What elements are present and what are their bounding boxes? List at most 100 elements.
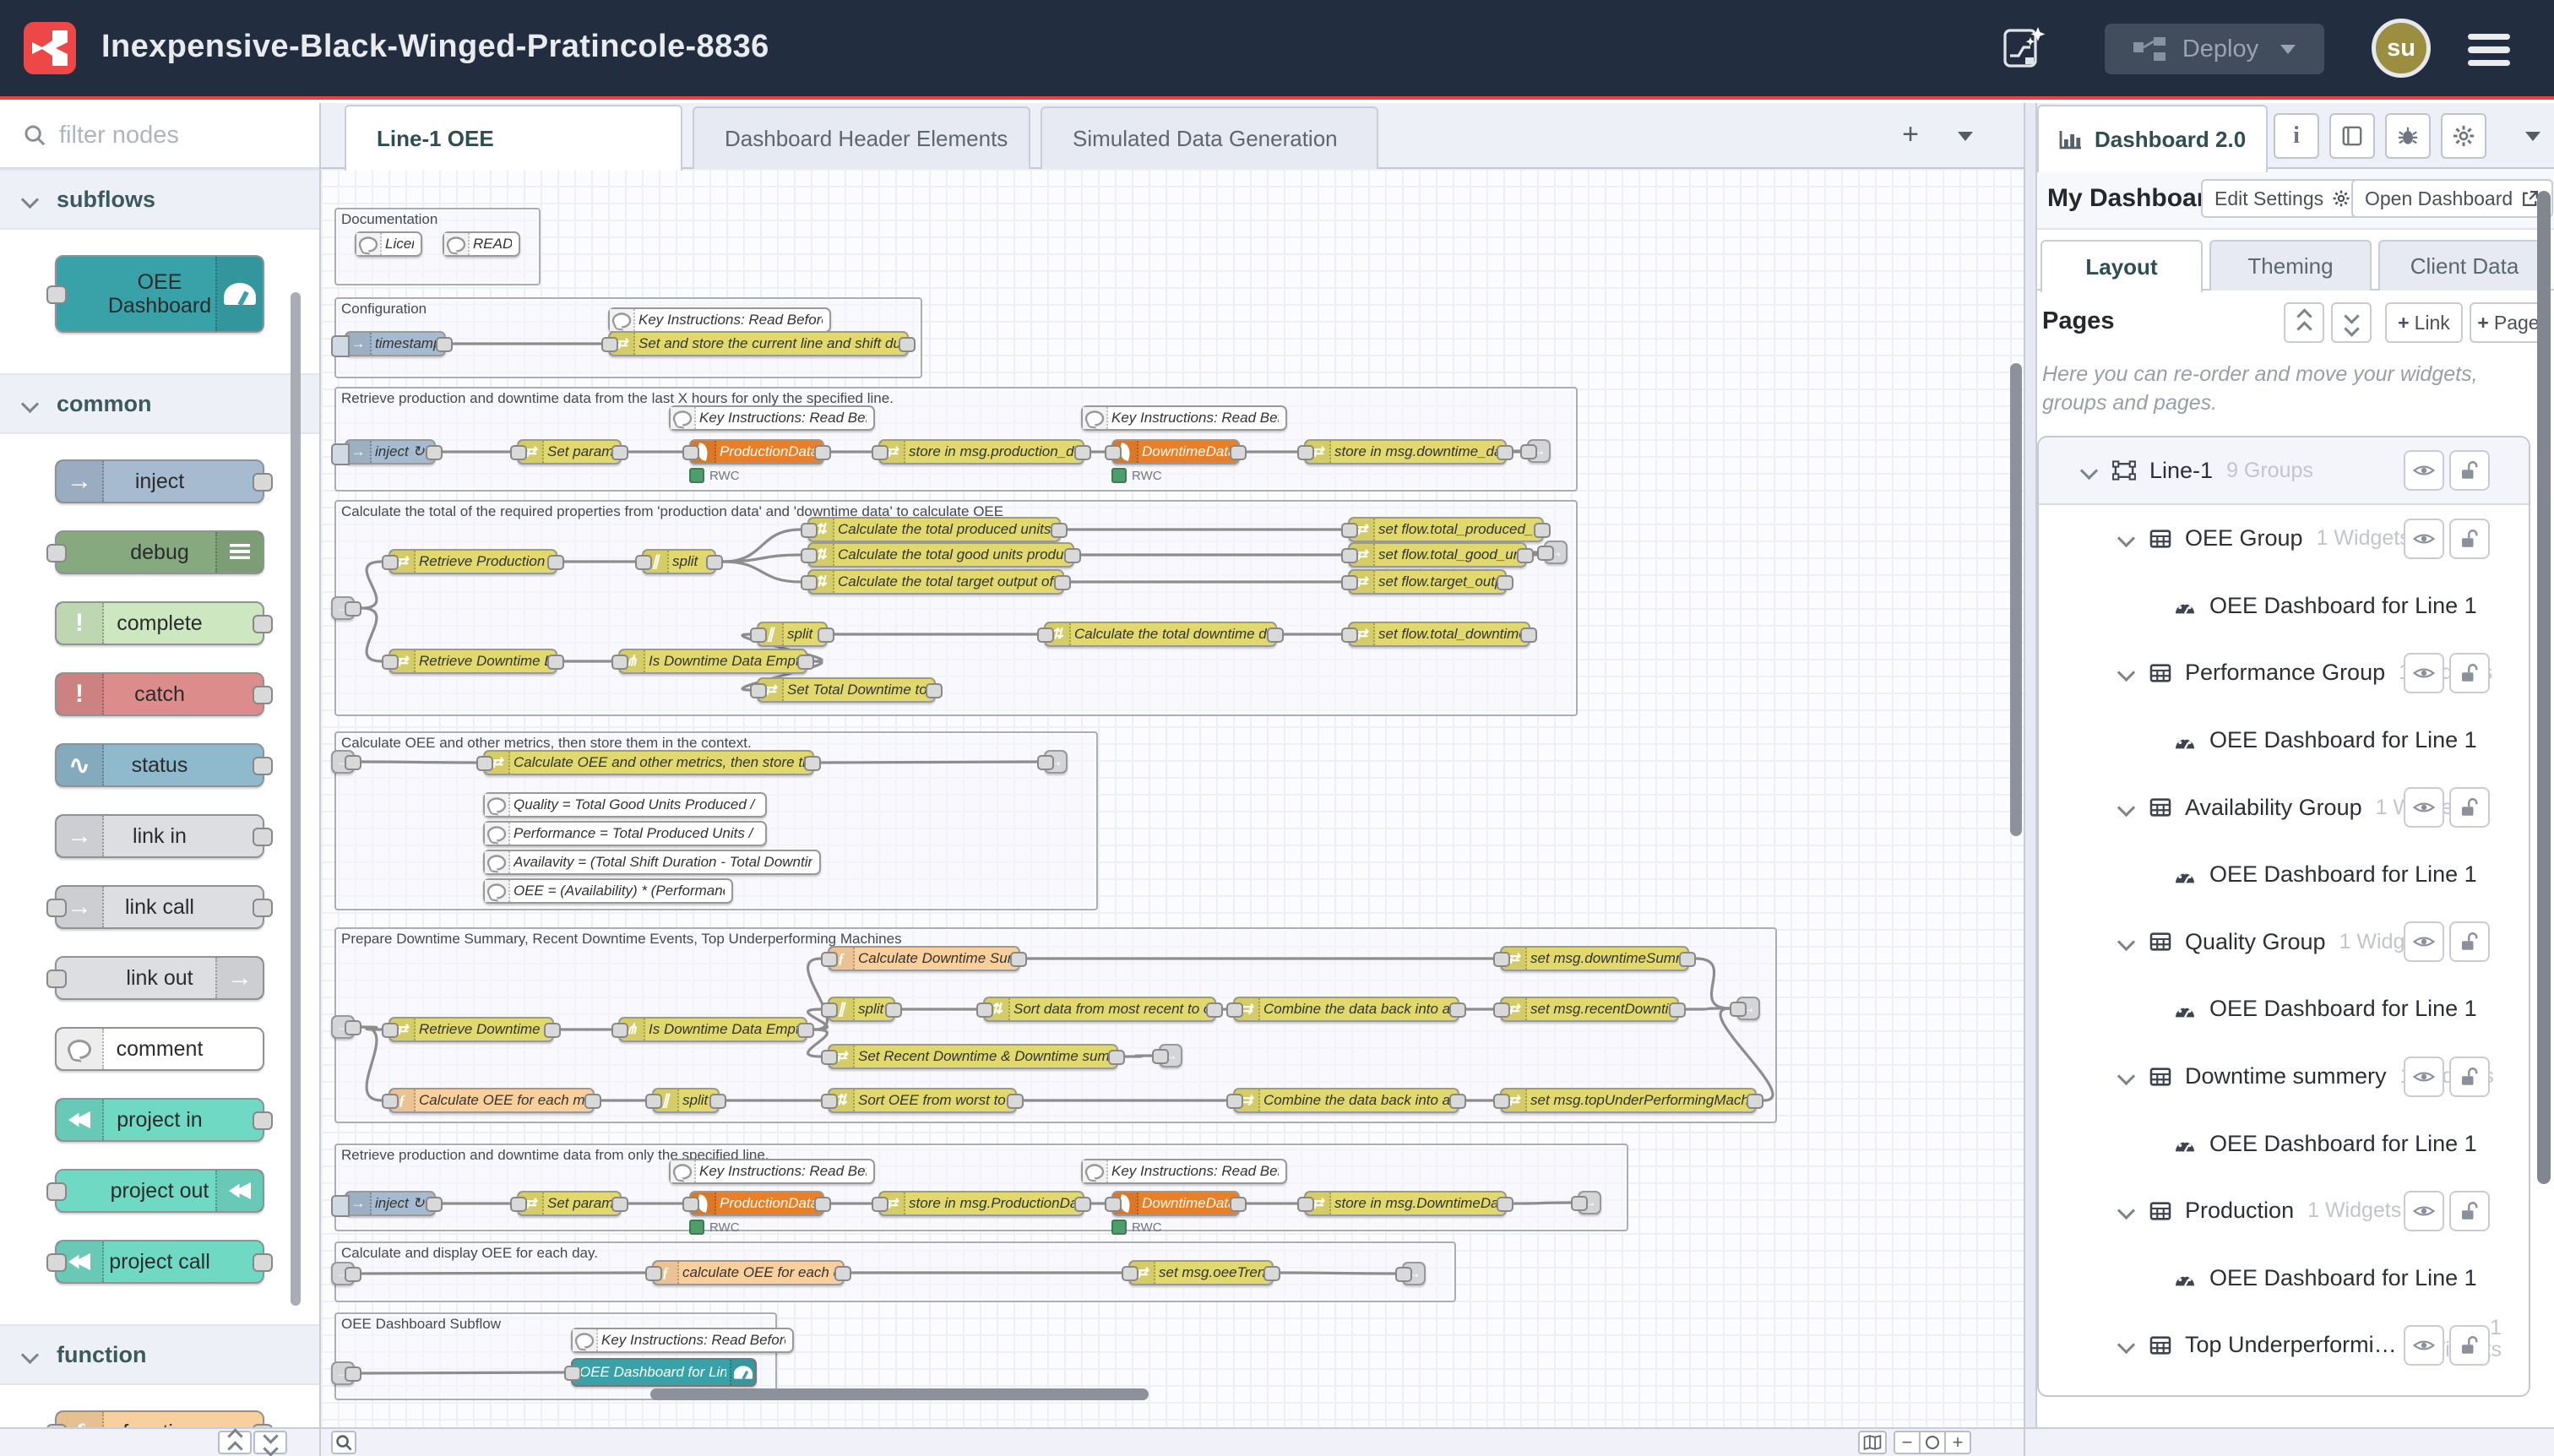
- node-function-calculate-downtime-summery[interactable]: ƒCalculate Downtime Summery: [828, 946, 1020, 971]
- node-join-combine-the-data-back-into-an-array[interactable]: ⇉Combine the data back into an array.: [1233, 1088, 1459, 1113]
- chevron-down-icon[interactable]: [2117, 664, 2135, 682]
- node-change-retrieve-downtime-data[interactable]: ⇄Retrieve Downtime Data: [389, 649, 557, 674]
- wire[interactable]: [361, 762, 476, 763]
- input-port[interactable]: [46, 970, 67, 988]
- node-link[interactable]: →: [331, 596, 355, 620]
- node-change-calculate-oee-and-other-metrics-then-sto[interactable]: ⇄Calculate OEE and other metrics, then s…: [483, 750, 814, 775]
- inject-button[interactable]: [331, 335, 350, 357]
- palette-node-link-call[interactable]: link call→: [55, 885, 264, 929]
- tree-group-row[interactable]: Top Underperformi… 1 Widgets: [2039, 1312, 2529, 1379]
- chevron-down-icon[interactable]: [2117, 1202, 2135, 1220]
- chevron-down-icon[interactable]: [2117, 933, 2135, 951]
- canvas-search-button[interactable]: [331, 1431, 356, 1454]
- output-port[interactable]: [253, 828, 273, 846]
- output-port[interactable]: [253, 686, 273, 704]
- tree-group-row[interactable]: Performance Group 1 Widgets: [2039, 639, 2529, 707]
- canvas-vscrollbar[interactable]: [2010, 363, 2022, 836]
- wire[interactable]: [361, 562, 382, 608]
- input-port[interactable]: [46, 285, 67, 304]
- palette-node-link-out[interactable]: link out→: [55, 956, 264, 1000]
- debug-tab-button[interactable]: [2385, 113, 2431, 159]
- palette-section-function[interactable]: function: [0, 1324, 319, 1385]
- node-split-split[interactable]: ∥split: [757, 622, 828, 647]
- edit-settings-button[interactable]: Edit Settings: [2201, 179, 2364, 218]
- visibility-toggle-button[interactable]: [2404, 1057, 2444, 1097]
- node-change-set-flow-total-good-units[interactable]: ⇄set flow.total_good_units: [1348, 542, 1527, 568]
- zoom-in-button[interactable]: +: [1944, 1431, 1971, 1454]
- sidebar-resize-handle[interactable]: [2024, 103, 2037, 1427]
- node-change-set-flow-target-output[interactable]: ⇄set flow.target_output: [1348, 569, 1507, 595]
- node-change-set-msg-downtimesummery[interactable]: ⇄set msg.downtimeSummery: [1500, 946, 1689, 971]
- palette-scrollbar[interactable]: [291, 292, 301, 1306]
- tree-page-row[interactable]: Line-19 Groups: [2039, 437, 2529, 505]
- visibility-toggle-button[interactable]: [2404, 519, 2444, 559]
- wire[interactable]: [723, 530, 801, 562]
- node-split-split[interactable]: ∥split: [652, 1088, 720, 1113]
- palette-collapse-button[interactable]: [218, 1431, 252, 1454]
- node-sort-calculate-the-total-downtime-duration[interactable]: ⇅Calculate the total downtime duration: [1044, 622, 1277, 647]
- flow-tab-line-1-oee[interactable]: Line-1 OEE: [345, 105, 682, 171]
- node-link[interactable]: →: [1402, 1262, 1426, 1285]
- tree-group-row[interactable]: Availability Group 1 Widgets: [2039, 774, 2529, 841]
- node-inject-inject[interactable]: →inject ↻: [345, 439, 436, 465]
- expand-all-button[interactable]: [2331, 302, 2372, 343]
- palette-node-inject[interactable]: inject→: [55, 459, 264, 503]
- input-port[interactable]: [46, 899, 67, 917]
- tree-widget-row[interactable]: OEE Dashboard for Line 1: [2039, 1110, 2529, 1177]
- config-tab-button[interactable]: [2441, 113, 2486, 159]
- node-comment-availavity-total-shift-duration-total-do[interactable]: Availavity = (Total Shift Duration - Tot…: [483, 850, 821, 875]
- sidebar-menu-caret-icon[interactable]: [2525, 132, 2540, 141]
- wire[interactable]: [1720, 1008, 1773, 1100]
- wire[interactable]: [821, 762, 1037, 763]
- inject-button[interactable]: [331, 1195, 350, 1217]
- zoom-out-button[interactable]: −: [1894, 1431, 1921, 1454]
- zoom-reset-button[interactable]: [1919, 1431, 1946, 1454]
- node-change-store-in-msg-productiondata[interactable]: ⇄store in msg.ProductionData: [878, 1191, 1084, 1216]
- subtab-layout[interactable]: Layout: [2040, 240, 2203, 292]
- node-change-store-in-msg-downtime-data[interactable]: ⇄store in msg.downtime_data: [1304, 439, 1507, 465]
- chevron-down-icon[interactable]: [2117, 530, 2135, 547]
- tree-group-row[interactable]: Downtime summery 1 Widgets: [2039, 1043, 2529, 1111]
- canvas-hscrollbar[interactable]: [650, 1388, 1149, 1400]
- output-port[interactable]: [253, 1253, 273, 1272]
- tree-widget-row[interactable]: OEE Dashboard for Line 1: [2039, 975, 2529, 1043]
- output-port[interactable]: [253, 1111, 273, 1130]
- wire[interactable]: [1696, 959, 1730, 1008]
- add-link-button[interactable]: +Link: [2385, 302, 2463, 343]
- chevron-down-icon[interactable]: [2117, 1068, 2135, 1085]
- add-page-button[interactable]: +Page: [2470, 302, 2547, 343]
- node-change-set-msg-recentdowntime[interactable]: ⇄set msg.recentDowntime: [1500, 997, 1679, 1022]
- node-link[interactable]: →: [331, 1015, 355, 1039]
- wire[interactable]: [361, 608, 382, 661]
- node-change-set-recent-downtime-downtime-summery-to[interactable]: ⇄Set Recent Downtime & Downtime summery …: [828, 1044, 1118, 1069]
- palette-node-debug[interactable]: debug: [55, 530, 264, 574]
- output-port[interactable]: [253, 615, 273, 633]
- palette-node-status[interactable]: status∿: [55, 743, 264, 787]
- wire[interactable]: [723, 555, 801, 562]
- sidebar-scrollbar[interactable]: [2537, 191, 2551, 1184]
- chevron-down-icon[interactable]: [2117, 1336, 2135, 1354]
- node-change-set-flow-total-downtime[interactable]: ⇄set flow.total_downtime: [1348, 622, 1530, 647]
- tree-widget-row[interactable]: OEE Dashboard for Line 1: [2039, 707, 2529, 774]
- collapse-all-button[interactable]: [2284, 302, 2324, 343]
- node-change-set-total-downtime-to-0[interactable]: ⇄Set Total Downtime to 0: [757, 677, 936, 703]
- node-function-calculate-oee-for-each-machine[interactable]: ƒCalculate OEE for each machine: [389, 1088, 595, 1113]
- node-change-set-and-store-the-current-line-and-shift[interactable]: ⇄Set and store the current line and shif…: [608, 331, 909, 356]
- node-link[interactable]: →: [1544, 541, 1568, 564]
- node-change-retrieve-downtime-data[interactable]: ⇄Retrieve Downtime Data: [389, 1017, 554, 1042]
- node-split-split[interactable]: ∥split: [642, 549, 716, 574]
- palette-section-common[interactable]: common: [0, 373, 319, 434]
- input-port[interactable]: [46, 544, 67, 562]
- wire[interactable]: [361, 1027, 382, 1100]
- visibility-toggle-button[interactable]: [2404, 450, 2444, 491]
- subtab-theming[interactable]: Theming: [2209, 240, 2372, 291]
- deploy-caret-icon[interactable]: [2280, 45, 2296, 54]
- tree-widget-row[interactable]: OEE Dashboard for Line 1: [2039, 1379, 2529, 1397]
- visibility-toggle-button[interactable]: [2404, 921, 2444, 962]
- node-mongo-downtimedata[interactable]: DowntimeData: [1111, 439, 1240, 465]
- node-function-calculate-oee-for-each-day[interactable]: ƒcalculate OEE for each day: [652, 1260, 845, 1285]
- navigator-toggle-button[interactable]: [1858, 1431, 1887, 1454]
- subtab-client-data[interactable]: Client Data: [2378, 240, 2551, 291]
- node-change-store-in-msg-production-data[interactable]: ⇄store in msg.production_data: [878, 439, 1084, 465]
- node-comment-key-instructions-read-before-proceeding[interactable]: Key Instructions: Read Before Proceeding: [669, 1159, 875, 1184]
